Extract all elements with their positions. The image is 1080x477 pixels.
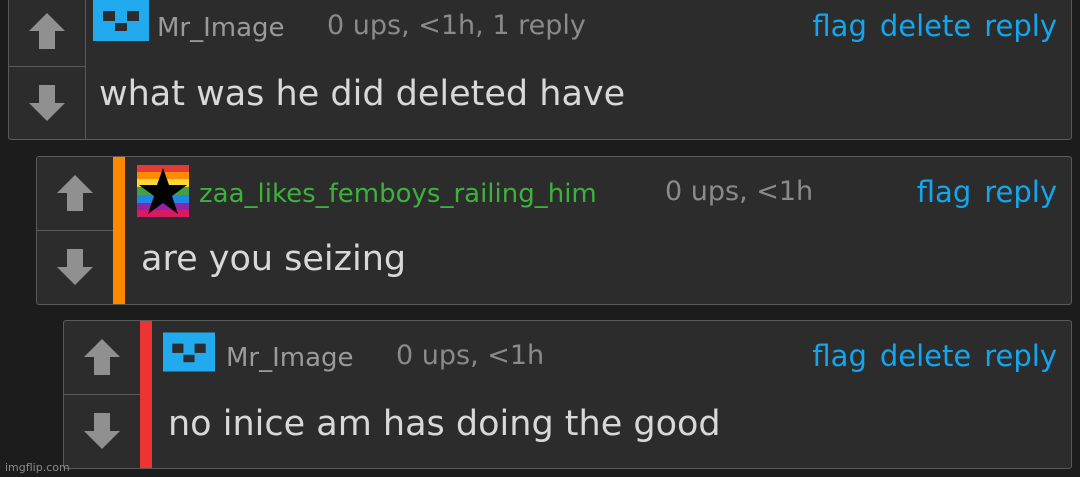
comment-body: are you seizing — [141, 239, 407, 279]
vote-controls — [9, 0, 86, 139]
blue-pixel-face-icon[interactable] — [163, 331, 215, 373]
up-arrow-icon — [57, 175, 93, 212]
reply-link[interactable]: reply — [984, 175, 1057, 209]
down-arrow-icon — [57, 249, 93, 286]
rainbow-star-icon[interactable] — [137, 165, 189, 217]
comment-actions: flag delete reply — [812, 339, 1057, 373]
delete-link[interactable]: delete — [880, 9, 971, 43]
thread-depth-bar — [113, 157, 125, 304]
upvote-button[interactable] — [64, 321, 140, 395]
upvote-button[interactable] — [9, 0, 85, 67]
comment-3: Mr_Image 0 ups, <1h flag delete reply no… — [63, 320, 1072, 469]
flag-link[interactable]: flag — [917, 175, 971, 209]
down-arrow-icon — [84, 413, 120, 450]
flag-link[interactable]: flag — [812, 9, 866, 43]
thread-depth-bar — [140, 321, 152, 468]
downvote-button[interactable] — [64, 395, 140, 469]
comment-body: what was he did deleted have — [99, 74, 626, 114]
delete-link[interactable]: delete — [880, 339, 971, 373]
upvote-button[interactable] — [37, 157, 113, 231]
vote-controls — [64, 321, 141, 468]
flag-link[interactable]: flag — [812, 339, 866, 373]
username[interactable]: zaa_likes_femboys_railing_him — [199, 179, 597, 209]
blue-pixel-face-icon[interactable] — [93, 0, 149, 41]
comment-actions: flag delete reply — [812, 9, 1057, 43]
comment-1: Mr_Image 0 ups, <1h, 1 reply flag delete… — [8, 0, 1072, 140]
comment-meta: 0 ups, <1h, 1 reply — [327, 10, 586, 41]
username[interactable]: Mr_Image — [157, 13, 285, 43]
comment-meta: 0 ups, <1h — [665, 176, 814, 207]
username[interactable]: Mr_Image — [226, 343, 354, 373]
down-arrow-icon — [29, 85, 65, 121]
downvote-button[interactable] — [9, 67, 85, 139]
up-arrow-icon — [84, 339, 120, 376]
vote-controls — [37, 157, 114, 304]
comment-actions: flag reply — [917, 175, 1057, 209]
watermark: imgflip.com — [5, 461, 70, 474]
reply-link[interactable]: reply — [984, 9, 1057, 43]
comment-2: zaa_likes_femboys_railing_him 0 ups, <1h… — [36, 156, 1072, 305]
reply-link[interactable]: reply — [984, 339, 1057, 373]
downvote-button[interactable] — [37, 231, 113, 305]
up-arrow-icon — [29, 12, 65, 49]
comment-body: no inice am has doing the good — [168, 404, 721, 444]
comment-meta: 0 ups, <1h — [396, 340, 545, 371]
